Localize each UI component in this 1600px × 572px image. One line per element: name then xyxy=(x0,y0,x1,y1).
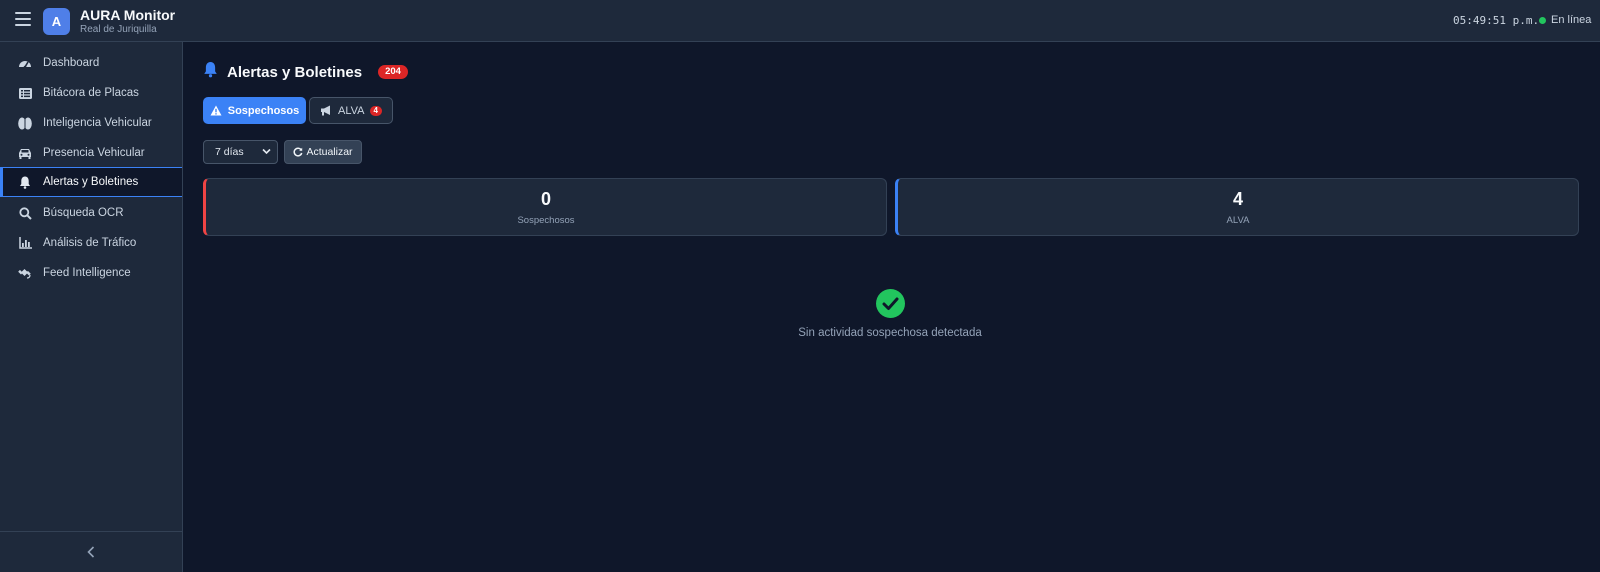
stat-label: Sospechosos xyxy=(517,215,575,226)
sidebar-footer xyxy=(0,531,182,572)
warning-icon xyxy=(210,105,222,116)
gauge-icon xyxy=(18,56,32,70)
clock: 05:49:51 p.m. xyxy=(1453,14,1540,27)
sidebar: Dashboard Bitácora de Placas Inteligenci… xyxy=(0,42,183,572)
chart-icon xyxy=(18,236,32,250)
refresh-button[interactable]: Actualizar xyxy=(284,140,362,164)
sidebar-item-inteligencia[interactable]: Inteligencia Vehicular xyxy=(0,108,182,138)
app-title: AURA Monitor xyxy=(80,7,176,23)
period-select-value: 7 días xyxy=(215,146,244,158)
sidebar-item-busqueda-ocr[interactable]: Búsqueda OCR xyxy=(0,198,182,228)
menu-icon[interactable] xyxy=(15,12,31,26)
check-circle-icon xyxy=(875,289,905,318)
tab-count-badge: 4 xyxy=(369,105,382,116)
sidebar-item-dashboard[interactable]: Dashboard xyxy=(0,48,182,78)
status-label: En línea xyxy=(1551,14,1592,26)
sidebar-item-alertas[interactable]: Alertas y Boletines xyxy=(0,167,182,197)
app-subtitle: Real de Juriquilla xyxy=(80,24,157,35)
car-icon xyxy=(18,146,32,160)
sidebar-item-label: Análisis de Tráfico xyxy=(43,237,137,249)
tab-label: ALVA xyxy=(338,104,365,117)
sidebar-item-feed-intelligence[interactable]: Feed Intelligence xyxy=(0,258,182,288)
page-title: Alertas y Boletines xyxy=(227,63,363,81)
page-header: Alertas y Boletines 204 xyxy=(203,62,408,82)
sidebar-item-label: Presencia Vehicular xyxy=(43,147,145,159)
stat-value: 4 xyxy=(1232,189,1243,209)
connection-status: En línea xyxy=(1539,14,1591,26)
chevron-left-icon[interactable] xyxy=(81,542,101,562)
tab-sospechosos[interactable]: Sospechosos xyxy=(203,97,306,124)
sidebar-item-label: Búsqueda OCR xyxy=(43,207,124,219)
brain-icon xyxy=(18,116,32,130)
stat-value: 0 xyxy=(540,189,551,209)
status-dot-icon xyxy=(1539,16,1546,24)
top-header: A AURA Monitor Real de Juriquilla 05:49:… xyxy=(0,0,1600,42)
sidebar-item-presencia[interactable]: Presencia Vehicular xyxy=(0,138,182,168)
stat-card-sospechosos: 0 Sospechosos xyxy=(203,178,887,236)
sidebar-item-analisis-trafico[interactable]: Análisis de Tráfico xyxy=(0,228,182,258)
list-icon xyxy=(18,86,32,100)
bell-icon xyxy=(18,175,32,189)
sidebar-item-label: Alertas y Boletines xyxy=(43,176,139,188)
sidebar-item-bitacora[interactable]: Bitácora de Placas xyxy=(0,78,182,108)
tab-alva[interactable]: ALVA 4 xyxy=(309,97,393,124)
search-icon xyxy=(18,206,32,220)
megaphone-icon xyxy=(320,105,332,116)
sidebar-item-label: Inteligencia Vehicular xyxy=(43,117,152,129)
period-select[interactable]: 7 días xyxy=(203,140,278,164)
alert-count-badge: 204 xyxy=(378,65,408,79)
refresh-icon xyxy=(293,147,303,157)
app-logo: A xyxy=(43,8,70,35)
sidebar-item-label: Bitácora de Placas xyxy=(43,87,139,99)
stat-card-alva: 4 ALVA xyxy=(895,178,1579,236)
satellite-icon xyxy=(18,266,32,280)
sidebar-item-label: Feed Intelligence xyxy=(43,267,131,279)
tab-label: Sospechosos xyxy=(227,104,300,117)
empty-state-message: Sin actividad sospechosa detectada xyxy=(798,327,982,339)
sidebar-item-label: Dashboard xyxy=(43,57,100,69)
chevron-down-icon xyxy=(262,147,271,159)
empty-state: Sin actividad sospechosa detectada xyxy=(600,289,1180,339)
bell-icon xyxy=(203,61,218,83)
refresh-label: Actualizar xyxy=(306,146,353,158)
stat-label: ALVA xyxy=(1226,215,1250,226)
